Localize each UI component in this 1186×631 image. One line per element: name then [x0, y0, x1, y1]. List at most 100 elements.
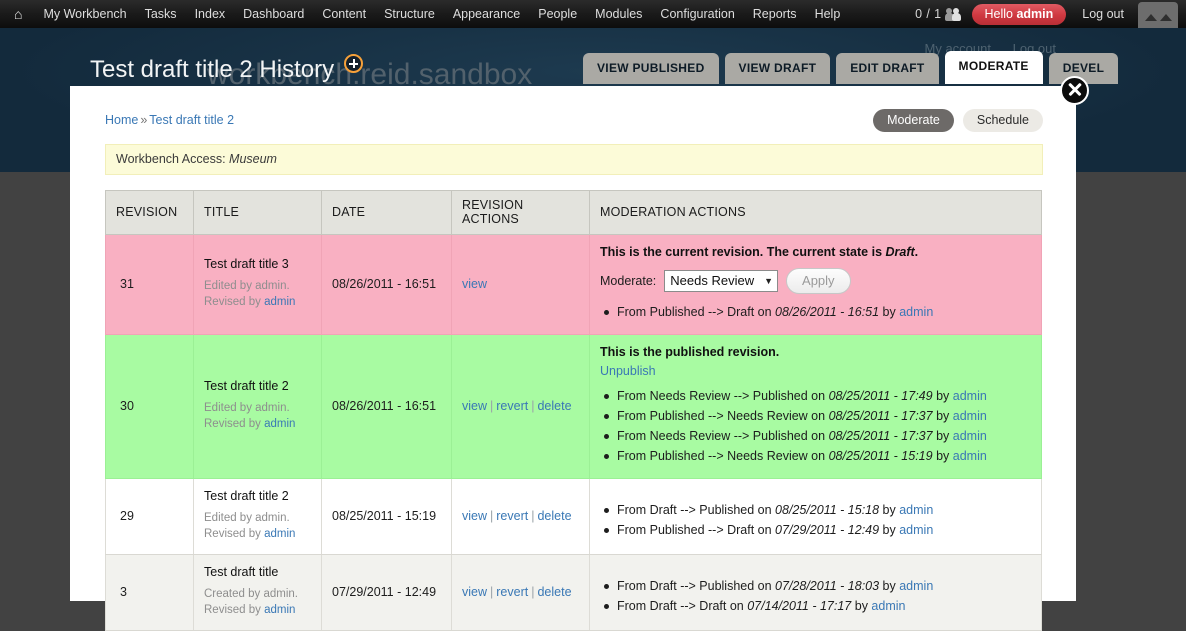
- log-user-link[interactable]: admin: [953, 409, 987, 423]
- revision-title-cell: Test draft title 2 Edited by admin. Revise…: [193, 334, 322, 479]
- action-view-link[interactable]: view: [462, 399, 487, 413]
- revision-author-line: Edited by admin.: [204, 512, 290, 524]
- add-circle-icon[interactable]: [344, 54, 364, 73]
- action-revert-link[interactable]: revert: [496, 585, 528, 599]
- revision-date: 07/29/2011 - 12:49: [321, 554, 452, 631]
- log-user-link[interactable]: admin: [899, 305, 933, 319]
- revision-title-cell: Test draft title 2 Edited by admin. Revise…: [193, 478, 322, 555]
- log-user-link[interactable]: admin: [899, 503, 933, 517]
- log-user-link[interactable]: admin: [953, 449, 987, 463]
- toolbar-link-appearance[interactable]: Appearance: [444, 7, 529, 21]
- tab-moderate[interactable]: MODERATE: [944, 51, 1043, 84]
- caret-up-icon: [1144, 14, 1157, 21]
- toolbar-link-content[interactable]: Content: [313, 7, 375, 21]
- moderation-current-state: Draft: [885, 245, 915, 259]
- revised-by-user-link[interactable]: admin: [264, 528, 295, 540]
- revision-actions-cell: view | revert | delete: [451, 478, 590, 555]
- revision-byline: Edited by admin. Revised by admin: [204, 510, 313, 542]
- moderation-log: From Published --> Draft on 08/26/2011 -…: [600, 302, 1033, 322]
- caret-up-icon: [1159, 14, 1172, 21]
- action-view-link[interactable]: view: [462, 585, 487, 599]
- schedule-button[interactable]: Schedule: [962, 108, 1043, 132]
- log-user-link[interactable]: admin: [871, 599, 905, 613]
- revision-author-line: Created by admin.: [204, 588, 298, 600]
- toolbar-link-my-workbench[interactable]: My Workbench: [34, 7, 135, 21]
- revision-author-line: Edited by admin.: [204, 280, 290, 292]
- apply-button[interactable]: Apply: [786, 268, 851, 294]
- toolbar-link-modules[interactable]: Modules: [586, 7, 651, 21]
- table-row: 30 Test draft title 2 Edited by admin. Revi…: [105, 334, 1042, 479]
- moderation-log-entry: From Draft --> Draft on 07/14/2011 - 17:…: [600, 596, 1033, 616]
- log-user-link[interactable]: admin: [899, 523, 933, 537]
- log-transition-text: From Draft --> Published on: [617, 502, 776, 517]
- action-delete-link[interactable]: delete: [537, 585, 571, 599]
- toolbar-collapse-toggle[interactable]: [1138, 2, 1178, 28]
- tab-edit-draft[interactable]: EDIT DRAFT: [836, 53, 939, 84]
- log-by-label: by: [879, 305, 900, 319]
- revision-revised-line: Revised by admin: [204, 416, 313, 432]
- close-icon[interactable]: [1060, 76, 1089, 105]
- revision-date: 08/26/2011 - 16:51: [321, 234, 452, 335]
- revision-title: Test draft title: [204, 565, 279, 579]
- toolbar-link-structure[interactable]: Structure: [375, 7, 444, 21]
- revised-by-user-link[interactable]: admin: [264, 296, 295, 308]
- toolbar-link-configuration[interactable]: Configuration: [651, 7, 743, 21]
- toolbar-link-reports[interactable]: Reports: [744, 7, 806, 21]
- table-row: 31 Test draft title 3 Edited by admin. Revi…: [105, 234, 1042, 335]
- log-transition-text: From Needs Review --> Published on: [617, 429, 829, 443]
- toolbar-link-index[interactable]: Index: [186, 7, 235, 21]
- moderation-log: From Draft --> Published on 08/25/2011 -…: [600, 500, 1033, 540]
- toolbar-link-help[interactable]: Help: [806, 7, 850, 21]
- toolbar-link-dashboard[interactable]: Dashboard: [234, 7, 313, 21]
- action-view-link[interactable]: view: [462, 277, 487, 291]
- tab-view-draft[interactable]: VIEW DRAFT: [724, 53, 831, 84]
- home-icon[interactable]: ⌂: [14, 7, 22, 21]
- toolbar-link-tasks[interactable]: Tasks: [136, 7, 186, 21]
- toolbar-right-group: 0 / 1 Hello admin Log out: [915, 0, 1186, 28]
- task-counter: 0 / 1: [915, 7, 942, 21]
- moderate-button[interactable]: Moderate: [873, 108, 954, 132]
- user-greeting-badge[interactable]: Hello admin: [971, 3, 1067, 25]
- access-label: Workbench Access:: [116, 152, 226, 166]
- action-separator: |: [531, 584, 535, 599]
- column-header-moderation-actions: MODERATION ACTIONS: [589, 190, 1042, 235]
- log-timestamp: 08/26/2011 - 16:51: [775, 305, 880, 319]
- moderation-log-entry: From Needs Review --> Published on 08/25…: [600, 426, 1033, 446]
- log-transition-text: From Published --> Needs Review on: [617, 449, 829, 463]
- breadcrumb-separator: »: [140, 113, 148, 127]
- revised-by-user-link[interactable]: admin: [264, 418, 295, 430]
- breadcrumb-current-link[interactable]: Test draft title 2: [149, 113, 234, 127]
- log-timestamp: 07/29/2011 - 12:49: [775, 522, 880, 537]
- table-head: REVISION TITLE DATE REVISION ACTIONS MODERAT…: [105, 190, 1042, 235]
- modal-body: Home» Test draft title 2 Moderate Schedul…: [70, 86, 1076, 631]
- revision-title-cell: Test draft title 3 Edited by admin. Revise…: [193, 234, 322, 335]
- revised-by-user-link[interactable]: admin: [264, 604, 295, 616]
- toolbar-link-people[interactable]: People: [529, 7, 586, 21]
- moderation-state-select[interactable]: Needs Review ▼: [664, 270, 779, 292]
- moderation-heading-text: This is the published revision.: [600, 345, 780, 359]
- revision-revised-line: Revised by admin: [204, 294, 313, 310]
- log-timestamp: 08/25/2011 - 15:19: [828, 449, 933, 463]
- log-user-link[interactable]: admin: [953, 389, 987, 403]
- moderation-heading: This is the published revision.: [600, 345, 1033, 359]
- log-user-link[interactable]: admin: [899, 579, 933, 593]
- revised-by-label: Revised by: [204, 604, 265, 616]
- breadcrumb-home-link[interactable]: Home: [105, 113, 138, 127]
- revision-byline: Created by admin. Revised by admin: [204, 586, 313, 618]
- log-user-link[interactable]: admin: [953, 429, 987, 443]
- action-delete-link[interactable]: delete: [537, 399, 571, 413]
- action-revert-link[interactable]: revert: [496, 509, 528, 523]
- log-by-label: by: [932, 449, 953, 463]
- log-transition-text: From Published --> Needs Review on: [617, 409, 829, 423]
- unpublish-link[interactable]: Unpublish: [600, 364, 1033, 378]
- tab-view-published[interactable]: VIEW PUBLISHED: [583, 53, 719, 84]
- action-separator: |: [490, 584, 494, 599]
- action-revert-link[interactable]: revert: [496, 399, 528, 413]
- moderation-log-entry: From Published --> Draft on 07/29/2011 -…: [600, 520, 1033, 540]
- greeting-prefix: Hello: [984, 6, 1017, 21]
- action-delete-link[interactable]: delete: [537, 509, 571, 523]
- toolbar-logout-link[interactable]: Log out: [1072, 7, 1134, 21]
- action-view-link[interactable]: view: [462, 509, 487, 523]
- moderation-actions-cell: This is the published revision. Unpublish…: [589, 334, 1042, 479]
- primary-tabs: VIEW PUBLISHED VIEW DRAFT EDIT DRAFT MODERA…: [583, 51, 1119, 84]
